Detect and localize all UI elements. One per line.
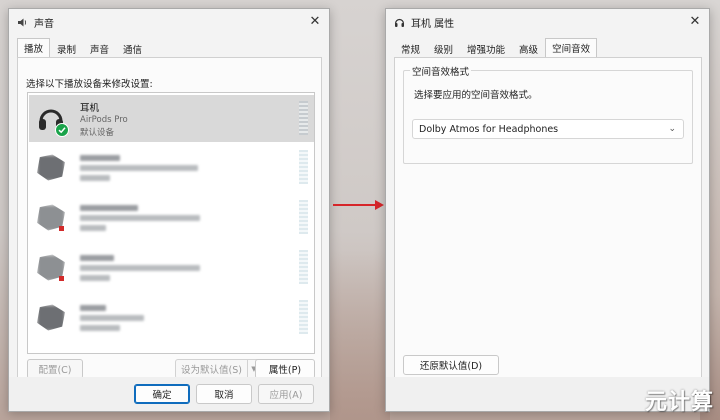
window-title: 耳机 属性 [411,18,455,30]
speaker-icon [34,151,68,185]
device-item-blurred[interactable] [29,144,314,191]
default-check-icon [55,122,69,137]
restore-defaults-button[interactable]: 还原默认值(D) [403,355,499,375]
set-default-split-button[interactable]: 设为默认值(S) ▼ [175,359,261,379]
instruction-text: 选择以下播放设备来修改设置: [26,79,153,90]
speaker-icon [34,201,68,235]
desktop-background [330,250,390,420]
chevron-down-icon: ⌄ [668,124,676,134]
headset-icon [34,301,68,335]
tab-communications[interactable]: 通信 [116,39,149,57]
device-model: AirPods Pro [80,114,128,125]
apply-button[interactable]: 应用(A) [258,384,314,404]
device-status: 默认设备 [80,127,115,138]
device-item-blurred[interactable] [29,244,314,291]
headphones-properties-dialog: 耳机 属性 ✕ 常规 级别 增强功能 高级 空间音效 空间音效格式 选择要应用的… [385,8,710,412]
spatial-sound-panel: 空间音效格式 选择要应用的空间音效格式。 Dolby Atmos for Hea… [394,57,702,386]
device-list[interactable]: 耳机 AirPods Pro 默认设备 [27,92,315,354]
tab-levels[interactable]: 级别 [427,39,460,57]
device-name: 耳机 [80,102,100,114]
annotation-arrow [333,204,377,206]
headphones-icon [34,102,69,137]
set-default-button[interactable]: 设为默认值(S) [176,360,248,378]
speaker-app-icon [16,16,28,28]
dropdown-value: Dolby Atmos for Headphones [419,123,559,135]
window-title: 声音 [34,18,54,30]
configure-button[interactable]: 配置(C) [27,359,83,379]
volume-level-meter [299,250,308,284]
annotation-arrow-head [375,200,384,210]
tab-strip: 播放 录制 声音 通信 [17,38,149,57]
properties-button[interactable]: 属性(P) [255,359,315,379]
spatial-format-dropdown[interactable]: Dolby Atmos for Headphones ⌄ [412,119,684,139]
ok-button[interactable]: 确定 [134,384,190,404]
volume-level-meter [299,300,308,334]
playback-panel: 选择以下播放设备来修改设置: 耳机 AirPods Pro 默认设备 配置(C)… [17,57,322,388]
dialog-footer: 确定 取消 应用(A) [9,377,329,411]
tab-recording[interactable]: 录制 [50,39,83,57]
sound-dialog: 声音 ✕ 播放 录制 声音 通信 选择以下播放设备来修改设置: 耳机 AirPo… [8,8,330,412]
speaker-icon [34,251,68,285]
tab-playback[interactable]: 播放 [17,38,51,57]
tab-sounds[interactable]: 声音 [83,39,116,57]
device-item-blurred[interactable] [29,294,314,341]
title-bar: 声音 ✕ [9,9,329,35]
watermark-text: 元计算 [644,390,714,415]
device-item-blurred[interactable] [29,194,314,241]
close-icon[interactable]: ✕ [687,13,703,29]
tab-spatial-sound[interactable]: 空间音效 [545,38,598,57]
title-bar: 耳机 属性 ✕ [386,9,709,35]
group-label: 空间音效格式 [410,64,472,78]
group-description: 选择要应用的空间音效格式。 [414,90,538,101]
tab-enhancements[interactable]: 增强功能 [460,39,512,57]
tab-advanced[interactable]: 高级 [512,39,545,57]
volume-level-meter [299,150,308,184]
tab-general[interactable]: 常规 [394,39,427,57]
device-item-headphones[interactable]: 耳机 AirPods Pro 默认设备 [29,95,314,142]
cancel-button[interactable]: 取消 [196,384,252,404]
spatial-sound-format-group: 空间音效格式 选择要应用的空间音效格式。 Dolby Atmos for Hea… [403,64,693,164]
volume-level-meter [299,101,308,135]
close-icon[interactable]: ✕ [307,13,323,29]
headphones-app-icon [393,16,405,28]
tab-strip: 常规 级别 增强功能 高级 空间音效 [394,38,598,57]
volume-level-meter [299,200,308,234]
